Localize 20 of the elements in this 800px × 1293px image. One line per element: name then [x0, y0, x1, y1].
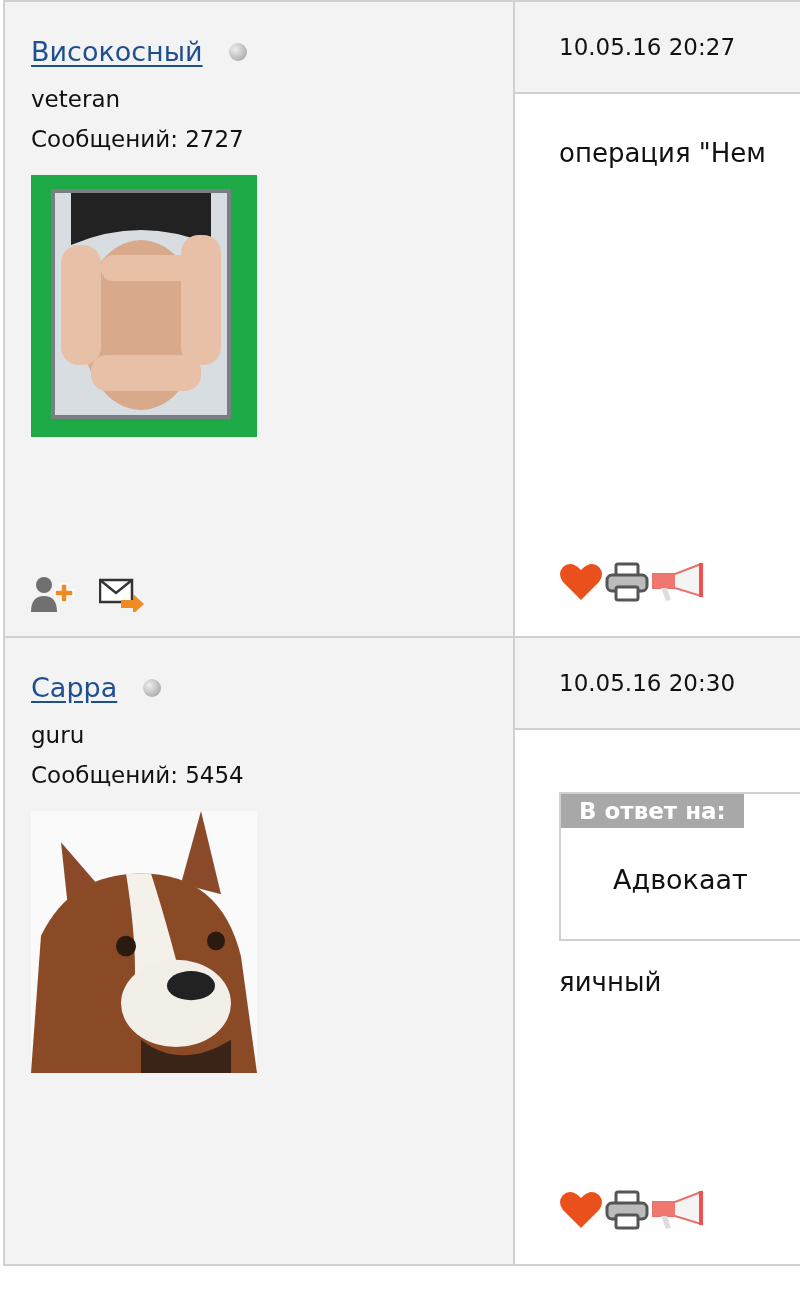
quote-text: Адвокаат	[613, 864, 748, 895]
post-text: операция "Нем	[559, 138, 766, 168]
post-count: Сообщений: 5454	[31, 761, 245, 790]
envelope-icon[interactable]	[99, 576, 145, 612]
heart-icon[interactable]	[559, 562, 603, 602]
user-rank: veteran	[31, 85, 122, 114]
post-date: 10.05.16 20:27	[559, 34, 735, 60]
heart-icon[interactable]	[559, 1190, 603, 1230]
megaphone-icon[interactable]	[651, 562, 705, 602]
printer-icon[interactable]	[605, 1190, 649, 1230]
user-add-icon[interactable]	[31, 576, 77, 612]
post-text: яичный	[559, 967, 662, 997]
username-link[interactable]: Cappa	[31, 672, 118, 703]
printer-icon[interactable]	[605, 562, 649, 602]
megaphone-icon[interactable]	[651, 1190, 705, 1230]
post-count: Сообщений: 2727	[31, 125, 245, 154]
username-link[interactable]: Високосный	[31, 36, 203, 67]
quote-label: В ответ на:	[561, 794, 744, 828]
post-date: 10.05.16 20:30	[559, 670, 735, 696]
user-rank: guru	[31, 721, 86, 750]
